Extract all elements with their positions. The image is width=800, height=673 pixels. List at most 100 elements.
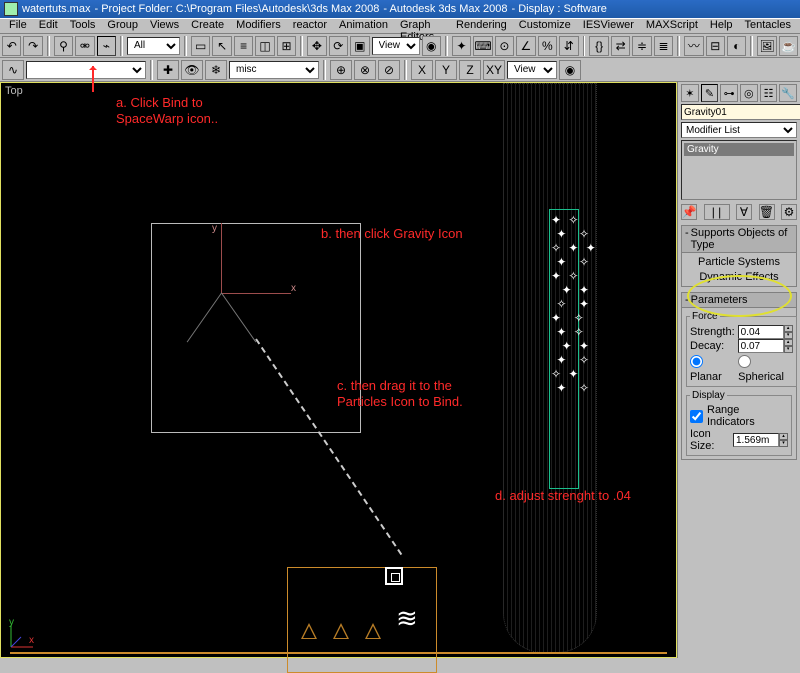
layers-freeze-button[interactable]: ❄ xyxy=(205,60,227,80)
axis-z-button[interactable]: Z xyxy=(459,60,481,80)
gravity-x-label: x xyxy=(291,283,296,294)
create-tab[interactable]: ✶ xyxy=(681,84,699,102)
decay-input[interactable] xyxy=(738,339,784,353)
menu-group[interactable]: Group xyxy=(102,19,143,33)
menu-animation[interactable]: Animation xyxy=(334,19,393,33)
render-scene-button[interactable]: 🖼 xyxy=(757,36,776,56)
pivot2-button[interactable]: ◉ xyxy=(559,60,581,80)
ref-coord-select-2[interactable]: View xyxy=(507,61,557,79)
gravity-gizmo-box[interactable] xyxy=(151,223,361,433)
named-sel-button[interactable]: {} xyxy=(589,36,608,56)
menu-grapheditors[interactable]: Graph Editors xyxy=(395,19,449,33)
spinner-snap-button[interactable]: ⇵ xyxy=(559,36,578,56)
schematic-button[interactable]: ⊟ xyxy=(706,36,725,56)
menu-views[interactable]: Views xyxy=(145,19,184,33)
window-crossing-button[interactable]: ⊞ xyxy=(277,36,296,56)
snap-button[interactable]: ⊙ xyxy=(495,36,514,56)
percent-snap-button[interactable]: % xyxy=(538,36,557,56)
menu-tools[interactable]: Tools xyxy=(65,19,101,33)
material-button[interactable]: ◐ xyxy=(727,36,746,56)
select-byname-button[interactable]: ≡ xyxy=(234,36,253,56)
ref-coord-select[interactable]: View xyxy=(372,37,420,55)
show-end-result-button[interactable]: | | xyxy=(704,204,730,220)
scale-button[interactable]: ▣ xyxy=(350,36,369,56)
mirror-button[interactable]: ⇄ xyxy=(611,36,630,56)
extras-c-button[interactable]: ⊘ xyxy=(378,60,400,80)
strength-spinner[interactable]: ▴▾ xyxy=(784,325,793,339)
command-panel: ✶ ✎ ⊶ ◎ ☷ 🔧 Modifier List Gravity 📌 | | … xyxy=(677,82,800,658)
move-button[interactable]: ✥ xyxy=(307,36,326,56)
parameters-header[interactable]: Parameters xyxy=(691,294,748,306)
iconsize-spinner[interactable]: ▴▾ xyxy=(779,433,788,447)
menu-iesviewer[interactable]: IESViewer xyxy=(578,19,639,33)
modify-tab[interactable]: ✎ xyxy=(701,84,719,102)
remove-mod-button[interactable]: 🗑 xyxy=(759,204,775,220)
select-button[interactable]: ▭ xyxy=(191,36,210,56)
curve-editor-button[interactable]: 〰 xyxy=(684,36,703,56)
modifier-stack[interactable]: Gravity xyxy=(681,140,797,200)
axis-tripod: x y xyxy=(7,621,37,651)
menu-reactor[interactable]: reactor xyxy=(288,19,332,33)
menu-maxscript[interactable]: MAXScript xyxy=(641,19,703,33)
supports-header[interactable]: Supports Objects of Type xyxy=(691,227,793,251)
strength-label: Strength: xyxy=(690,326,735,338)
align-button[interactable]: ≑ xyxy=(632,36,651,56)
menu-tentacles[interactable]: Tentacles xyxy=(740,19,796,33)
layer-button[interactable]: ≣ xyxy=(654,36,673,56)
particles-cloud: ✦ ✧ ✦ ✧ ✧ ✦ ✦ ✦ ✧ ✦ ✧ ✦ ✦ ✧ ✦ ✦ ✧ ✦ ✧ ✦ … xyxy=(551,213,598,395)
utilities-tab[interactable]: 🔧 xyxy=(779,84,797,102)
bind-spacewarp-button[interactable]: ⌁ xyxy=(97,36,116,56)
render-button[interactable]: ☕ xyxy=(779,36,798,56)
selection-filter[interactable]: All xyxy=(127,37,180,55)
axis-x-button[interactable]: X xyxy=(411,60,433,80)
stack-item-gravity[interactable]: Gravity xyxy=(684,143,794,156)
decay-spinner[interactable]: ▴▾ xyxy=(784,339,793,353)
select-arrow-button[interactable]: ↖ xyxy=(212,36,231,56)
configure-sets-button[interactable]: ⚙ xyxy=(781,204,797,220)
keyboard-button[interactable]: ⌨ xyxy=(473,36,492,56)
menu-help[interactable]: Help xyxy=(705,19,738,33)
main-toolbar: ↶ ↷ ⚲ ⚮ ⌁ All ▭ ↖ ≡ ◫ ⊞ ✥ ⟳ ▣ View ◉ ✦ ⌨… xyxy=(0,34,800,58)
link-button[interactable]: ⚲ xyxy=(54,36,73,56)
menu-file[interactable]: File xyxy=(4,19,32,33)
particle-cone-icon xyxy=(365,623,381,639)
title-file: watertuts.max xyxy=(22,3,90,15)
layer-select[interactable]: misc xyxy=(229,61,319,79)
unlink-button[interactable]: ⚮ xyxy=(75,36,94,56)
particles-emitter-icon[interactable] xyxy=(385,567,403,585)
iconsize-input[interactable] xyxy=(733,433,779,447)
layers-new-button[interactable]: ✚ xyxy=(157,60,179,80)
menu-rendering[interactable]: Rendering xyxy=(451,19,512,33)
rotate-button[interactable]: ⟳ xyxy=(329,36,348,56)
parameters-rollup: -Parameters Force Strength: ▴▾ Decay: ▴▾ xyxy=(681,292,797,460)
range-checkbox[interactable]: Range Indicators xyxy=(690,404,788,428)
angle-snap-button[interactable]: ∠ xyxy=(516,36,535,56)
object-name-input[interactable] xyxy=(681,104,800,120)
select-region-button[interactable]: ◫ xyxy=(255,36,274,56)
curvecustom-button[interactable]: ∿ xyxy=(2,60,24,80)
spherical-radio[interactable]: Spherical xyxy=(738,355,793,383)
axis-xy-button[interactable]: XY xyxy=(483,60,505,80)
display-tab[interactable]: ☷ xyxy=(760,84,778,102)
modifier-list-select[interactable]: Modifier List xyxy=(681,122,797,138)
extras-b-button[interactable]: ⊗ xyxy=(354,60,376,80)
menu-customize[interactable]: Customize xyxy=(514,19,576,33)
hierarchy-tab[interactable]: ⊶ xyxy=(720,84,738,102)
undo-button[interactable]: ↶ xyxy=(2,36,21,56)
extras-a-button[interactable]: ⊕ xyxy=(330,60,352,80)
menu-modifiers[interactable]: Modifiers xyxy=(231,19,286,33)
named-selection-set[interactable] xyxy=(26,61,146,79)
planar-radio[interactable]: Planar xyxy=(690,355,732,383)
motion-tab[interactable]: ◎ xyxy=(740,84,758,102)
pin-stack-button[interactable]: 📌 xyxy=(681,204,697,220)
strength-input[interactable] xyxy=(738,325,784,339)
menu-edit[interactable]: Edit xyxy=(34,19,63,33)
axis-y-button[interactable]: Y xyxy=(435,60,457,80)
redo-button[interactable]: ↷ xyxy=(23,36,42,56)
manip-button[interactable]: ✦ xyxy=(452,36,471,56)
make-unique-button[interactable]: ∀ xyxy=(736,204,752,220)
pivot-button[interactable]: ◉ xyxy=(422,36,441,56)
menu-create[interactable]: Create xyxy=(186,19,229,33)
layers-vis-button[interactable]: 👁 xyxy=(181,60,203,80)
viewport[interactable]: Top ✦ ✧ ✦ ✧ ✧ ✦ ✦ ✦ ✧ ✦ ✧ ✦ ✦ ✧ ✦ ✦ ✧ ✦ … xyxy=(0,82,677,658)
